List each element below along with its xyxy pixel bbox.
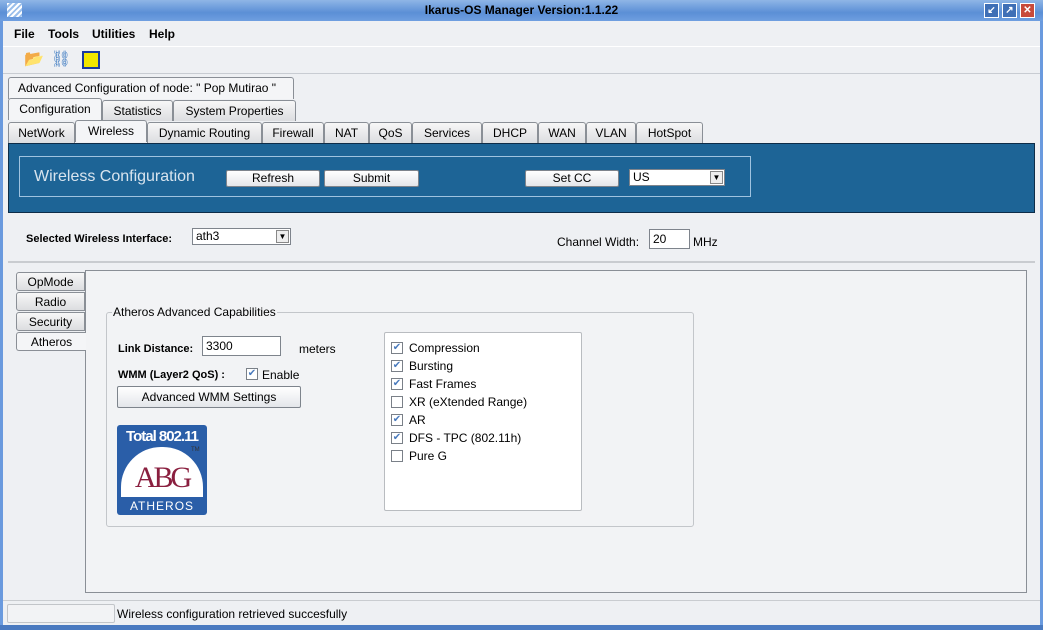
capability-label: Pure G: [409, 449, 448, 463]
chevron-down-icon: ▼: [710, 171, 723, 184]
link-distance-input[interactable]: 3300: [202, 336, 281, 356]
link-distance-label: Link Distance:: [118, 343, 194, 355]
side-tab-atheros[interactable]: Atheros: [16, 332, 86, 351]
side-tab-security[interactable]: Security: [16, 312, 85, 331]
atheros-logo: Total 802.11 TM ABG ATHEROS: [117, 425, 207, 515]
submit-button[interactable]: Submit: [324, 170, 419, 187]
menu-file[interactable]: File: [14, 27, 35, 41]
tab-services[interactable]: Services: [412, 122, 482, 143]
capability-label: XR (eXtended Range): [409, 395, 528, 409]
interface-label: Selected Wireless Interface:: [26, 233, 173, 245]
capability-item[interactable]: ✔ Bursting: [391, 357, 453, 375]
logo-abg: ABG: [134, 461, 192, 494]
divider: [3, 600, 1040, 601]
open-folder-icon[interactable]: 📂: [23, 49, 45, 71]
capability-label: Compression: [409, 341, 480, 355]
link-unit: meters: [299, 342, 336, 356]
menu-tools[interactable]: Tools: [48, 27, 79, 41]
menu-help[interactable]: Help: [149, 27, 175, 41]
advanced-wmm-settings-button[interactable]: Advanced WMM Settings: [117, 386, 301, 408]
tab-dynamic-routing[interactable]: Dynamic Routing: [147, 122, 262, 143]
taskbar: [0, 625, 1043, 630]
maximize-icon[interactable]: ↗: [1002, 3, 1017, 18]
interface-value: ath3: [196, 229, 220, 243]
country-value: US: [633, 170, 650, 184]
capability-checkbox[interactable]: [391, 450, 403, 462]
window-title: Ikarus-OS Manager Version:1.1.22: [424, 3, 619, 17]
tab-wireless[interactable]: Wireless: [75, 120, 147, 142]
capability-checkbox[interactable]: ✔: [391, 414, 403, 426]
capability-item[interactable]: ✔ Fast Frames: [391, 375, 476, 393]
tab-qos[interactable]: QoS: [369, 122, 412, 143]
side-tab-radio[interactable]: Radio: [16, 292, 85, 311]
capability-label: DFS - TPC (802.11h): [409, 431, 522, 445]
wmm-label: WMM (Layer2 QoS) :: [118, 369, 225, 381]
tab-nat[interactable]: NAT: [324, 122, 369, 143]
wmm-enable-label: Enable: [262, 368, 300, 382]
capability-item[interactable]: ✔ DFS - TPC (802.11h): [391, 429, 521, 447]
minimize-icon[interactable]: ↙: [984, 3, 999, 18]
capability-label: Fast Frames: [409, 377, 477, 391]
capability-label: AR: [409, 413, 426, 427]
wmm-enable-checkbox[interactable]: ✔: [246, 368, 258, 380]
menu-utilities[interactable]: Utilities: [92, 27, 135, 41]
tab-system-properties[interactable]: System Properties: [173, 100, 296, 121]
refresh-button[interactable]: Refresh: [226, 170, 320, 187]
capability-label: Bursting: [409, 359, 454, 373]
status-text: Wireless configuration retrieved succesf…: [117, 607, 348, 621]
tab-statistics[interactable]: Statistics: [102, 100, 173, 121]
toolbar: [3, 46, 1040, 74]
capability-checkbox[interactable]: ✔: [391, 342, 403, 354]
logo-text: Total 802.11: [126, 428, 199, 445]
network-icon[interactable]: ⛓: [50, 49, 72, 71]
tab-network[interactable]: NetWork: [8, 122, 75, 143]
logo-tm: TM: [191, 447, 200, 453]
capability-checkbox[interactable]: ✔: [391, 360, 403, 372]
capability-item[interactable]: Pure G: [391, 447, 447, 465]
capability-checkbox[interactable]: ✔: [391, 432, 403, 444]
fieldset-legend: Atheros Advanced Capabilities: [112, 305, 277, 319]
capability-checkbox[interactable]: [391, 396, 403, 408]
chevron-down-icon: ▼: [276, 230, 289, 243]
channel-width-input[interactable]: 20: [649, 229, 690, 249]
capability-item[interactable]: ✔ AR: [391, 411, 426, 429]
node-label: Advanced Configuration of node: " Pop Mu…: [8, 77, 294, 99]
status-progress: [7, 604, 115, 623]
channel-width-label: Channel Width:: [557, 235, 640, 249]
logo-brand: ATHEROS: [129, 499, 195, 513]
save-icon[interactable]: [80, 49, 102, 71]
tab-configuration[interactable]: Configuration: [8, 98, 102, 120]
set-cc-button[interactable]: Set CC: [525, 170, 619, 187]
capability-checkbox[interactable]: ✔: [391, 378, 403, 390]
divider: [8, 261, 1035, 263]
section-title: Wireless Configuration: [34, 168, 195, 185]
capability-item[interactable]: XR (eXtended Range): [391, 393, 527, 411]
side-tab-opmode[interactable]: OpMode: [16, 272, 85, 291]
tab-firewall[interactable]: Firewall: [262, 122, 324, 143]
interface-select[interactable]: ath3 ▼: [192, 228, 291, 245]
tab-vlan[interactable]: VLAN: [586, 122, 636, 143]
capability-item[interactable]: ✔ Compression: [391, 339, 480, 357]
tab-dhcp[interactable]: DHCP: [482, 122, 538, 143]
tab-hotspot[interactable]: HotSpot: [636, 122, 703, 143]
channel-unit: MHz: [693, 235, 718, 249]
country-select[interactable]: US ▼: [629, 169, 725, 186]
close-icon[interactable]: ✕: [1020, 3, 1035, 18]
tab-wan[interactable]: WAN: [538, 122, 586, 143]
